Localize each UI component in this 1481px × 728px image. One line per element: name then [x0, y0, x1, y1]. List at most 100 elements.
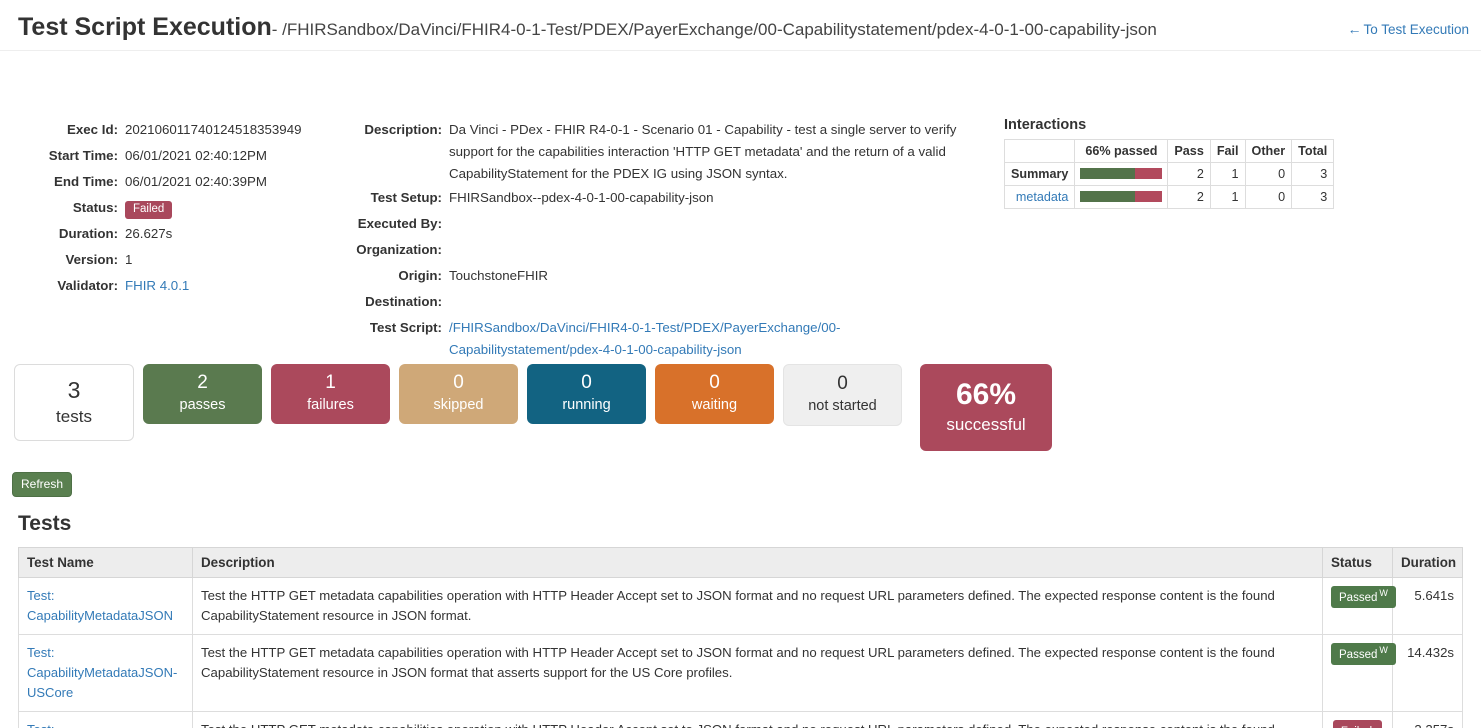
version-label: Version: — [65, 251, 118, 267]
stat-label: failures — [307, 397, 354, 414]
interactions-header-row: 66% passed Pass Fail Other Total — [1003, 138, 1335, 163]
table-row: Test: CapabilityMetadataJSON-Operations … — [18, 710, 1463, 728]
interactions-row-total: 3 — [1291, 161, 1335, 186]
tests-body: Test: CapabilityMetadataJSON Test the HT… — [18, 576, 1463, 728]
to-test-execution-link[interactable]: ← To Test Execution — [1347, 21, 1469, 37]
interactions-col-total: Total — [1291, 138, 1335, 163]
page-title: Test Script Execution- /FHIRSandbox/DaVi… — [18, 13, 1157, 41]
status-badge-sup: W — [1379, 644, 1388, 655]
interactions-row-other: 0 — [1244, 161, 1293, 186]
stat-value: 0 — [581, 371, 592, 393]
stat-box-waiting[interactable]: 0 waiting — [655, 363, 774, 425]
table-row: Test: CapabilityMetadataJSON Test the HT… — [18, 576, 1463, 635]
test-status-cell: Passed W — [1322, 633, 1396, 712]
test-name-cell: Test: CapabilityMetadataJSON — [18, 576, 193, 635]
tests-table: Test Name Description Status Duration Te… — [18, 546, 1463, 728]
test-setup-value: FHIRSandbox--pdex-4-0-1-00-capability-js… — [449, 189, 714, 205]
end-time-label: End Time: — [53, 173, 118, 189]
stat-value: 3 — [67, 376, 81, 403]
refresh-button[interactable]: Refresh — [12, 471, 73, 497]
interactions-row-label: Summary — [1003, 161, 1076, 186]
tests-section-title: Tests — [18, 511, 72, 535]
stat-box-failures[interactable]: 1 failures — [271, 363, 390, 425]
stat-box-running[interactable]: 0 running — [527, 363, 646, 425]
test-name-link[interactable]: CapabilityMetadataJSON — [27, 606, 184, 626]
status-badge-label: Passed — [1339, 591, 1378, 604]
tests-header-row: Test Name Description Status Duration — [18, 546, 1463, 578]
test-name-link[interactable]: CapabilityMetadataJSON-USCore — [27, 663, 184, 703]
test-description-cell: Test the HTTP GET metadata capabilities … — [192, 576, 1323, 635]
test-description-cell: Test the HTTP GET metadata capabilities … — [192, 710, 1323, 728]
origin-value: TouchstoneFHIR — [449, 267, 549, 283]
test-script-link[interactable]: /FHIRSandbox/DaVinci/FHIR4-0-1-Test/PDEX… — [449, 320, 840, 357]
executed-by-label: Executed By: — [357, 215, 442, 231]
summary-stat-boxes: 3 tests 2 passes 1 failures 0 skipped 0 … — [14, 363, 1052, 451]
stat-label: passes — [179, 397, 226, 414]
interactions-row-pass: 2 — [1167, 184, 1211, 209]
pass-fail-bar — [1080, 191, 1163, 202]
executed-by-value — [449, 211, 979, 237]
exec-id-value: 202106011740124518353949 — [125, 121, 302, 137]
execution-info-region: Exec Id: 202106011740124518353949 Start … — [0, 51, 1481, 728]
interactions-row-total: 3 — [1291, 184, 1335, 209]
version-value: 1 — [125, 251, 133, 267]
stat-label: waiting — [691, 397, 738, 414]
interactions-row-fail: 1 — [1209, 161, 1246, 186]
execution-details-list: Exec Id: 202106011740124518353949 Start … — [18, 117, 348, 299]
test-script-value: /FHIRSandbox/DaVinci/FHIR4-0-1-Test/PDEX… — [449, 315, 979, 361]
interactions-row-fail: 1 — [1209, 184, 1246, 209]
interactions-col-pass: Pass — [1167, 138, 1211, 163]
stat-value: 2 — [197, 371, 208, 393]
stat-box-skipped[interactable]: 0 skipped — [399, 363, 518, 425]
page-title-path: /FHIRSandbox/DaVinci/FHIR4-0-1-Test/PDEX… — [282, 20, 1157, 39]
interactions-col-passed: 66% passed — [1074, 138, 1169, 163]
interactions-table: 66% passed Pass Fail Other Total Summary — [1003, 138, 1335, 209]
stat-label: not started — [808, 398, 877, 415]
arrow-left-icon: ← — [1347, 21, 1362, 37]
to-test-execution-label: To Test Execution — [1363, 22, 1469, 37]
end-time-value: 06/01/2021 02:40:39PM — [125, 173, 267, 189]
test-duration-cell: 3.257s — [1392, 710, 1463, 728]
stat-value: 66% — [955, 377, 1017, 411]
interactions-row-bar — [1074, 184, 1169, 209]
bar-segment-pass — [1080, 191, 1135, 202]
interactions-col-fail: Fail — [1209, 138, 1246, 163]
test-name-cell: Test: CapabilityMetadataJSON-Operations — [18, 710, 193, 728]
test-name-cell: Test: CapabilityMetadataJSON-USCore — [18, 633, 193, 712]
destination-value — [449, 289, 979, 315]
exec-id-label: Exec Id: — [67, 121, 118, 137]
stat-label: running — [562, 397, 611, 414]
stat-box-tests[interactable]: 3 tests — [14, 363, 134, 442]
bar-segment-pass — [1080, 168, 1135, 179]
origin-label: Origin: — [398, 267, 442, 283]
interactions-row-pass: 2 — [1167, 161, 1211, 186]
organization-label: Organization: — [356, 241, 442, 257]
validator-link[interactable]: FHIR 4.0.1 — [125, 278, 189, 293]
interactions-col-blank — [1003, 138, 1076, 163]
start-time-value: 06/01/2021 02:40:12PM — [125, 147, 267, 163]
stat-box-passes[interactable]: 2 passes — [143, 363, 262, 425]
organization-value — [449, 237, 979, 263]
interactions-body: Summary 2 1 0 3 metadata 2 1 0 3 — [1003, 161, 1335, 209]
tests-col-duration: Duration — [1392, 546, 1463, 578]
interaction-metadata-link[interactable]: metadata — [1016, 190, 1069, 204]
test-status-cell: Failed — [1322, 710, 1393, 728]
duration-value: 26.627s — [125, 225, 173, 241]
stat-value: 1 — [325, 371, 336, 393]
status-badge: Passed W — [1331, 642, 1396, 665]
test-name-prefix: Test: — [27, 720, 184, 728]
status-value: Failed — [125, 195, 348, 221]
test-name-prefix: Test: — [27, 644, 55, 660]
test-description-cell: Test the HTTP GET metadata capabilities … — [192, 633, 1323, 712]
validator-label: Validator: — [57, 277, 118, 293]
duration-label: Duration: — [58, 225, 118, 241]
interactions-row-bar — [1074, 161, 1169, 186]
tests-table-wrapper: Test Name Description Status Duration Te… — [18, 546, 1463, 728]
status-badge: Failed — [125, 200, 173, 219]
destination-label: Destination: — [365, 293, 442, 309]
interactions-title: Interactions — [1004, 116, 1087, 133]
stat-box-not-started[interactable]: 0 not started — [783, 363, 902, 427]
test-status-cell: Passed W — [1322, 576, 1396, 635]
interactions-row-label: metadata — [1003, 184, 1076, 209]
status-label: Status: — [72, 199, 118, 215]
